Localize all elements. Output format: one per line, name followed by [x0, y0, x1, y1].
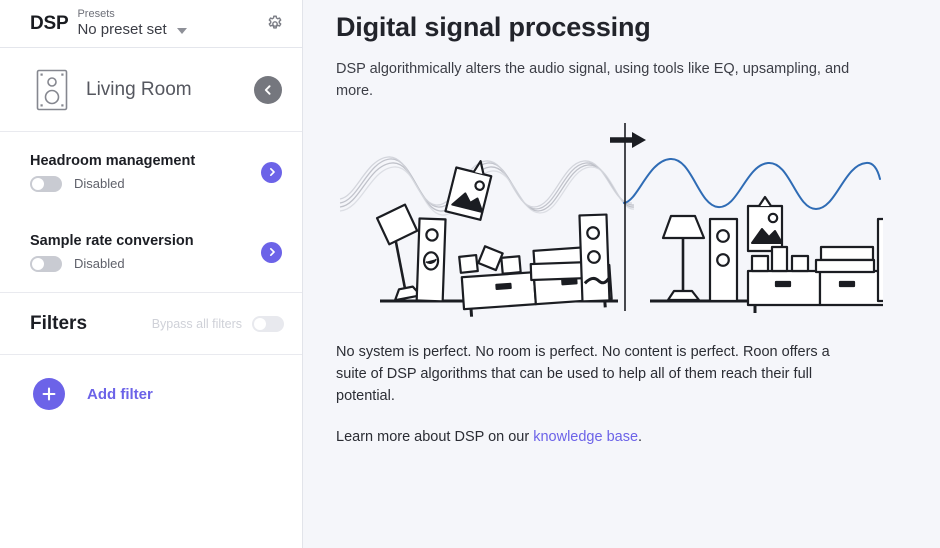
setting-row-sample-rate-conversion[interactable]: Sample rate conversion Disabled	[0, 212, 302, 292]
add-filter-button[interactable]: Add filter	[0, 355, 302, 433]
headroom-management-toggle[interactable]	[30, 175, 62, 192]
learn-more-prefix: Learn more about DSP on our	[336, 428, 534, 445]
arrow-right-icon	[610, 131, 646, 148]
page-lead-text: DSP algorithmically alters the audio sig…	[336, 61, 850, 99]
setting-state: Disabled	[74, 176, 125, 191]
speaker-icon	[36, 69, 68, 110]
chevron-right-icon[interactable]	[261, 161, 282, 183]
setting-title: Sample rate conversion	[30, 232, 194, 249]
dsp-logo: DSP	[30, 12, 69, 34]
plus-icon	[33, 378, 65, 410]
sidebar: DSP Presets No preset set Living Room He…	[0, 0, 303, 548]
sidebar-header: DSP Presets No preset set	[0, 0, 302, 48]
gear-icon[interactable]	[262, 11, 288, 37]
setting-title: Headroom management	[30, 152, 196, 169]
setting-state: Disabled	[74, 256, 125, 271]
room-name: Living Room	[86, 78, 192, 100]
page-title: Digital signal processing	[336, 12, 651, 42]
settings-list: Headroom management Disabled Sample rate…	[0, 132, 302, 292]
dsp-before-after-illustration	[339, 122, 907, 317]
knowledge-base-link[interactable]: knowledge base	[533, 429, 638, 445]
chevron-right-icon[interactable]	[261, 241, 282, 263]
dsp-settings-window: DSP Presets No preset set Living Room He…	[0, 0, 940, 548]
learn-more-line: Learn more about DSP on our knowledge ba…	[336, 429, 900, 445]
preset-value: No preset set	[77, 20, 167, 38]
body-paragraph: No system is perfect. No room is perfect…	[336, 343, 830, 404]
main-content: Digital signal processing DSP algorithmi…	[303, 0, 940, 548]
add-filter-label: Add filter	[87, 385, 153, 403]
filters-title: Filters	[30, 312, 88, 334]
filters-header: Filters Bypass all filters	[0, 293, 302, 355]
setting-row-headroom-management[interactable]: Headroom management Disabled	[0, 132, 302, 212]
chevron-left-icon[interactable]	[254, 75, 282, 104]
preset-selector[interactable]: Presets No preset set	[77, 9, 262, 37]
bypass-all-filters-toggle[interactable]	[252, 315, 284, 332]
room-header[interactable]: Living Room	[0, 48, 302, 132]
chevron-down-icon[interactable]	[176, 27, 187, 34]
bypass-all-filters-label: Bypass all filters	[151, 316, 242, 331]
preset-label: Presets	[77, 8, 115, 21]
learn-more-suffix: .	[638, 428, 643, 445]
sample-rate-conversion-toggle[interactable]	[30, 255, 62, 272]
